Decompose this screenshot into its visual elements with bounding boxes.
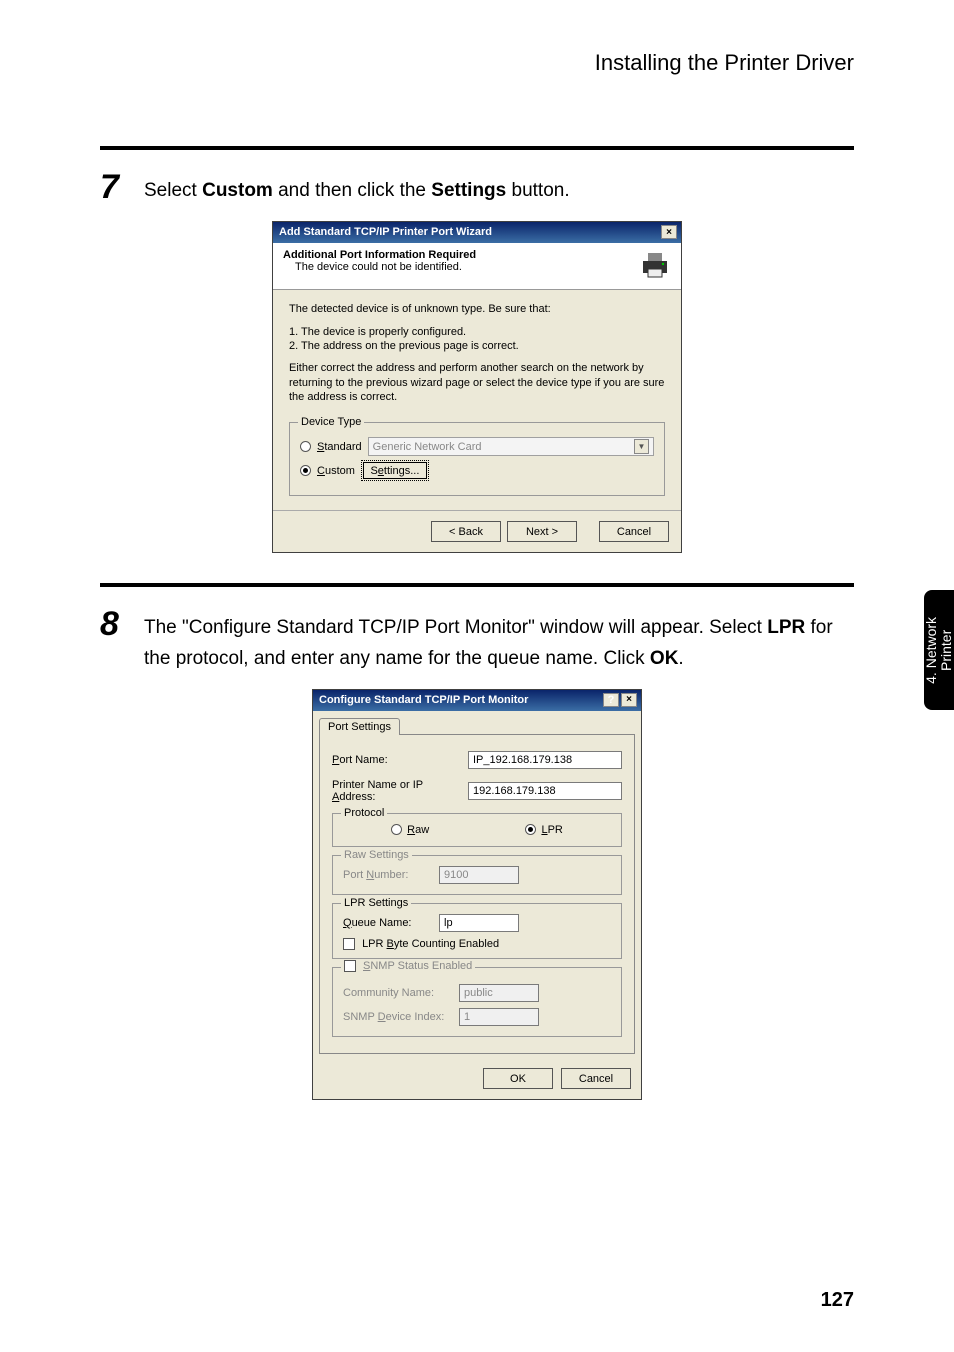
wizard-titlebar: Add Standard TCP/IP Printer Port Wizard …: [273, 222, 681, 243]
page-number: 127: [821, 1289, 854, 1312]
wizard-subtitle: Additional Port Information Required: [283, 249, 476, 261]
step-8-text: The "Configure Standard TCP/IP Port Moni…: [144, 607, 854, 674]
configure-titlebar: Configure Standard TCP/IP Port Monitor ?…: [313, 690, 641, 711]
queue-name-label: Queue Name:: [343, 917, 433, 929]
back-button[interactable]: < Back: [431, 521, 501, 542]
divider: [100, 146, 854, 150]
protocol-group: Protocol Raw LPR: [332, 813, 622, 847]
raw-settings-group: Raw Settings Port Number: 9100: [332, 855, 622, 895]
step-7-number: 7: [100, 170, 144, 204]
device-type-legend: Device Type: [298, 416, 364, 428]
chevron-down-icon: ▼: [634, 439, 649, 454]
t: Settings: [431, 180, 506, 201]
radio-raw-label: Raw: [407, 824, 429, 836]
raw-settings-legend: Raw Settings: [341, 849, 412, 861]
wizard-title: Add Standard TCP/IP Printer Port Wizard: [279, 226, 492, 238]
step-8-number: 8: [100, 607, 144, 641]
lpr-byte-label: LPR Byte Counting Enabled: [362, 938, 499, 950]
port-name-label: Port Name:: [332, 754, 462, 766]
step-7: 7 Select Custom and then click the Setti…: [100, 170, 854, 206]
settings-button[interactable]: Settings...: [361, 460, 429, 481]
lpr-settings-group: LPR Settings Queue Name: lp LPR Byte Cou…: [332, 903, 622, 959]
radio-lpr[interactable]: [525, 824, 536, 835]
printer-address-input[interactable]: 192.168.179.138: [468, 782, 622, 800]
cancel-button[interactable]: Cancel: [561, 1068, 631, 1089]
lpr-byte-checkbox[interactable]: [343, 938, 355, 950]
t: Select: [144, 180, 202, 201]
ok-button[interactable]: OK: [483, 1068, 553, 1089]
snmp-checkbox[interactable]: [344, 960, 356, 972]
t: button.: [506, 180, 569, 201]
protocol-legend: Protocol: [341, 807, 387, 819]
t: OK: [650, 648, 679, 669]
wizard-subheader: Additional Port Information Required The…: [273, 243, 681, 290]
sidetab-line2: Printer: [939, 617, 954, 684]
community-input: public: [459, 984, 539, 1002]
configure-dialog: Configure Standard TCP/IP Port Monitor ?…: [312, 689, 642, 1100]
tab-port-settings[interactable]: Port Settings: [319, 718, 400, 735]
configure-title: Configure Standard TCP/IP Port Monitor: [319, 694, 528, 706]
port-name-input[interactable]: IP_192.168.179.138: [468, 751, 622, 769]
snmp-index-input: 1: [459, 1008, 539, 1026]
step-8: 8 The "Configure Standard TCP/IP Port Mo…: [100, 607, 854, 674]
radio-standard-label: Standard: [317, 441, 362, 453]
snmp-group: SNMP Status Enabled Community Name: publ…: [332, 967, 622, 1037]
close-icon[interactable]: ×: [621, 693, 637, 707]
standard-dropdown-value: Generic Network Card: [373, 441, 482, 453]
tab-bar: Port Settings: [313, 711, 641, 734]
wizard-body-l3: 2. The address on the previous page is c…: [289, 339, 665, 353]
t: Custom: [202, 180, 273, 201]
radio-custom-label: Custom: [317, 465, 355, 477]
close-icon[interactable]: ×: [661, 225, 677, 239]
port-number-input: 9100: [439, 866, 519, 884]
lpr-byte-row: LPR Byte Counting Enabled: [343, 938, 611, 950]
radio-custom[interactable]: [300, 465, 311, 476]
divider: [100, 583, 854, 587]
t: LPR: [767, 617, 805, 638]
port-number-label: Port Number:: [343, 869, 433, 881]
wizard-subdesc: The device could not be identified.: [283, 261, 476, 273]
next-button[interactable]: Next >: [507, 521, 577, 542]
sidetab-line1: 4. Network: [924, 617, 939, 684]
wizard-dialog: Add Standard TCP/IP Printer Port Wizard …: [272, 221, 682, 553]
lpr-settings-legend: LPR Settings: [341, 897, 411, 909]
device-type-group: Device Type Standard Generic Network Car…: [289, 422, 665, 496]
snmp-index-label: SNMP Device Index:: [343, 1011, 453, 1023]
page-header: Installing the Printer Driver: [100, 50, 854, 76]
wizard-body-l1: The detected device is of unknown type. …: [289, 302, 665, 316]
snmp-legend: SNMP Status Enabled: [363, 960, 472, 972]
step-7-text: Select Custom and then click the Setting…: [144, 170, 854, 206]
t: .: [678, 648, 683, 669]
t: The "Configure Standard TCP/IP Port Moni…: [144, 617, 767, 638]
wizard-body-l4: Either correct the address and perform a…: [289, 361, 665, 404]
help-icon[interactable]: ?: [603, 693, 619, 707]
community-label: Community Name:: [343, 987, 453, 999]
radio-standard[interactable]: [300, 441, 311, 452]
chapter-side-tab: 4. Network Printer: [924, 590, 954, 710]
radio-raw[interactable]: [391, 824, 402, 835]
printer-icon: [639, 249, 671, 281]
wizard-body-l2: 1. The device is properly configured.: [289, 325, 665, 339]
queue-name-input[interactable]: lp: [439, 914, 519, 932]
radio-lpr-label: LPR: [541, 824, 562, 836]
cancel-button[interactable]: Cancel: [599, 521, 669, 542]
standard-dropdown[interactable]: Generic Network Card ▼: [368, 437, 654, 456]
t: and then click the: [273, 180, 431, 201]
printer-address-label: Printer Name or IP Address:: [332, 779, 462, 803]
